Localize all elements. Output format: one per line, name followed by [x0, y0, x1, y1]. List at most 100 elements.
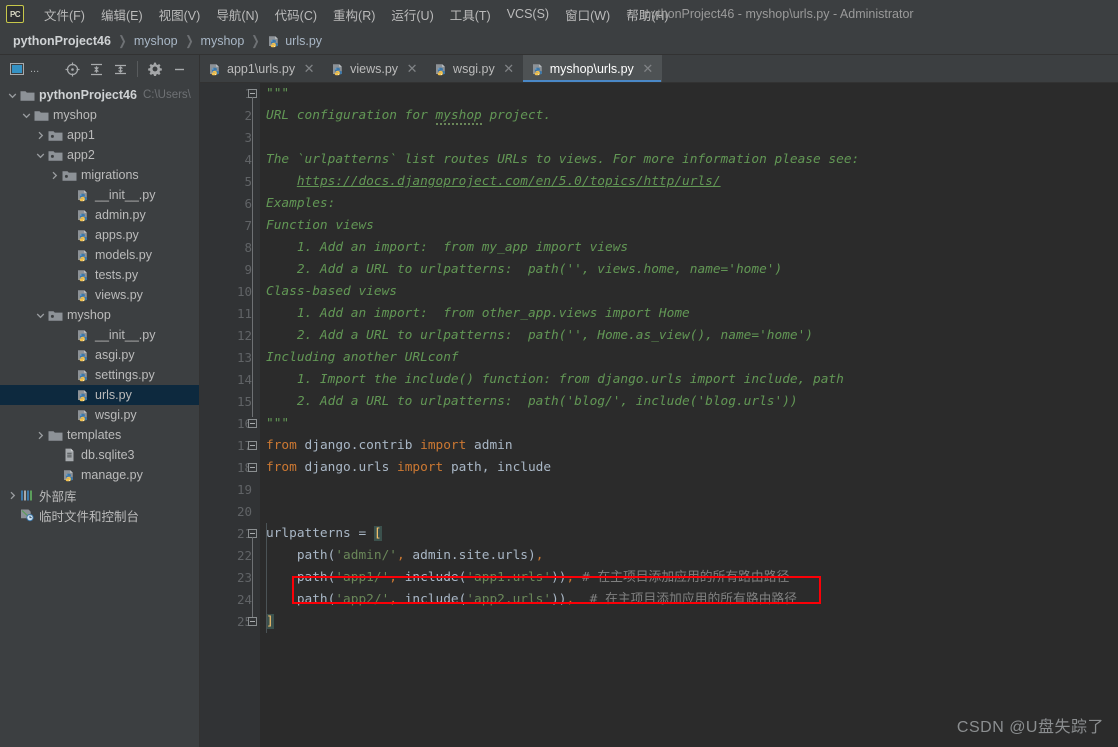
chevron-right-icon[interactable] [48, 169, 61, 182]
code-line-7[interactable]: Function views [266, 215, 1118, 237]
tree-item----[interactable]: 外部库 [0, 485, 199, 505]
code-line-22[interactable]: path('admin/', admin.site.urls), [266, 545, 1118, 567]
code-line-13[interactable]: Including another URLconf [266, 347, 1118, 369]
chevron-right-icon[interactable] [34, 429, 47, 442]
hide-panel-icon[interactable] [168, 58, 190, 80]
tree-arrow-spacer [62, 269, 75, 282]
fold-marker-docstring-end[interactable] [248, 419, 257, 428]
code-line-24[interactable]: path('app2/', include('app2.urls')), # 在… [266, 589, 1118, 611]
code-line-19[interactable] [266, 479, 1118, 501]
tree-item-admin-py[interactable]: admin.py [0, 205, 199, 225]
tree-item-migrations[interactable]: migrations [0, 165, 199, 185]
code-editor[interactable]: 1234567891011121314151617181920212223242… [200, 83, 1118, 747]
fold-marker-urlpatterns-end[interactable] [248, 617, 257, 626]
breadcrumb-item-0[interactable]: pythonProject46 [10, 32, 114, 50]
fold-marker-import-1[interactable] [248, 441, 257, 450]
tree-item-pythonproject46[interactable]: pythonProject46 C:\Users\ [0, 85, 199, 105]
tree-item-tests-py[interactable]: tests.py [0, 265, 199, 285]
tree-item---init---py[interactable]: __init__.py [0, 185, 199, 205]
python-file-icon [75, 387, 91, 403]
code-line-18[interactable]: from django.urls import path, include [266, 457, 1118, 479]
code-line-10[interactable]: Class-based views [266, 281, 1118, 303]
editor-tab-myshop-urls-py[interactable]: myshop\urls.py ✕ [522, 55, 662, 82]
breadcrumb-item-1[interactable]: myshop [131, 32, 181, 50]
chevron-down-icon[interactable] [20, 109, 33, 122]
chevron-down-icon[interactable] [6, 89, 19, 102]
tree-item-asgi-py[interactable]: asgi.py [0, 345, 199, 365]
menu-vcs[interactable]: VCS(S) [499, 4, 557, 24]
project-tree[interactable]: pythonProject46 C:\Users\ myshop app1 app2 mi… [0, 83, 199, 747]
code-line-14[interactable]: 1. Import the include() function: from d… [266, 369, 1118, 391]
editor-tab-label: myshop\urls.py [549, 61, 634, 76]
code-line-12[interactable]: 2. Add a URL to urlpatterns: path('', Ho… [266, 325, 1118, 347]
menu-view[interactable]: 视图(V) [151, 2, 209, 27]
project-view-icon[interactable] [6, 58, 28, 80]
fold-marker-import-2[interactable] [248, 463, 257, 472]
tree-item-apps-py[interactable]: apps.py [0, 225, 199, 245]
tree-item-app2[interactable]: app2 [0, 145, 199, 165]
code-line-4[interactable]: The `urlpatterns` list routes URLs to vi… [266, 149, 1118, 171]
code-line-2[interactable]: URL configuration for myshop project. [266, 105, 1118, 127]
tree-item-views-py[interactable]: views.py [0, 285, 199, 305]
menu-tools[interactable]: 工具(T) [442, 2, 499, 27]
menu-navigate[interactable]: 导航(N) [208, 2, 266, 27]
tree-item-db-sqlite3[interactable]: db.sqlite3 [0, 445, 199, 465]
close-icon[interactable]: ✕ [642, 61, 654, 77]
tree-item-app1[interactable]: app1 [0, 125, 199, 145]
close-icon[interactable]: ✕ [303, 61, 315, 77]
code-line-25[interactable]: ] [266, 611, 1118, 633]
menu-run[interactable]: 运行(U) [383, 2, 441, 27]
collapse-all-icon[interactable] [109, 58, 131, 80]
locate-file-icon[interactable] [61, 58, 83, 80]
code-line-3[interactable] [266, 127, 1118, 149]
chevron-down-icon[interactable] [34, 309, 47, 322]
editor-gutter[interactable]: 1234567891011121314151617181920212223242… [200, 83, 260, 747]
tree-item---init---py[interactable]: __init__.py [0, 325, 199, 345]
editor-tabs[interactable]: app1\urls.py ✕ views.py ✕ wsgi.py ✕ myshop\url… [200, 55, 1118, 83]
fold-column[interactable] [244, 83, 260, 747]
code-line-21[interactable]: urlpatterns = [ [266, 523, 1118, 545]
tree-item---------[interactable]: 临时文件和控制台 [0, 505, 199, 525]
menu-edit[interactable]: 编辑(E) [93, 2, 151, 27]
tree-item-label: settings.py [95, 368, 155, 382]
close-icon[interactable]: ✕ [406, 61, 418, 77]
breadcrumb-item-3[interactable]: urls.py [264, 32, 325, 50]
chevron-right-icon[interactable] [34, 129, 47, 142]
python-file-icon [75, 207, 91, 223]
code-line-8[interactable]: 1. Add an import: from my_app import vie… [266, 237, 1118, 259]
code-line-11[interactable]: 1. Add an import: from other_app.views i… [266, 303, 1118, 325]
menu-window[interactable]: 窗口(W) [557, 2, 618, 27]
expand-all-icon[interactable] [85, 58, 107, 80]
code-content[interactable]: """ URL configuration for myshop project.… [260, 83, 1118, 747]
editor-tab-views-py[interactable]: views.py ✕ [323, 55, 426, 82]
tree-item-label: 临时文件和控制台 [39, 509, 140, 524]
code-line-15[interactable]: 2. Add a URL to urlpatterns: path('blog/… [266, 391, 1118, 413]
editor-tab-wsgi-py[interactable]: wsgi.py ✕ [426, 55, 523, 82]
tree-item-settings-py[interactable]: settings.py [0, 365, 199, 385]
tree-item-myshop[interactable]: myshop [0, 305, 199, 325]
toolbar-separator [137, 61, 139, 77]
menu-file[interactable]: 文件(F) [36, 2, 93, 27]
tree-item-manage-py[interactable]: manage.py [0, 465, 199, 485]
code-line-1[interactable]: """ [266, 83, 1118, 105]
menu-code[interactable]: 代码(C) [267, 2, 325, 27]
chevron-down-icon[interactable] [34, 149, 47, 162]
tree-item-urls-py[interactable]: urls.py [0, 385, 199, 405]
breadcrumb-item-2[interactable]: myshop [198, 32, 248, 50]
chevron-right-icon[interactable] [6, 489, 19, 502]
close-icon[interactable]: ✕ [503, 61, 515, 77]
tree-item-templates[interactable]: templates [0, 425, 199, 445]
code-line-17[interactable]: from django.contrib import admin [266, 435, 1118, 457]
editor-tab-app1-urls-py[interactable]: app1\urls.py ✕ [200, 55, 323, 82]
menu-refactor[interactable]: 重构(R) [325, 2, 383, 27]
code-line-9[interactable]: 2. Add a URL to urlpatterns: path('', vi… [266, 259, 1118, 281]
code-line-6[interactable]: Examples: [266, 193, 1118, 215]
tree-item-models-py[interactable]: models.py [0, 245, 199, 265]
settings-gear-icon[interactable] [144, 58, 166, 80]
tree-item-myshop[interactable]: myshop [0, 105, 199, 125]
code-line-20[interactable] [266, 501, 1118, 523]
code-line-5[interactable]: https://docs.djangoproject.com/en/5.0/to… [266, 171, 1118, 193]
code-line-16[interactable]: """ [266, 413, 1118, 435]
code-line-23[interactable]: path('app1/', include('app1.urls')), # 在… [266, 567, 1118, 589]
tree-item-wsgi-py[interactable]: wsgi.py [0, 405, 199, 425]
